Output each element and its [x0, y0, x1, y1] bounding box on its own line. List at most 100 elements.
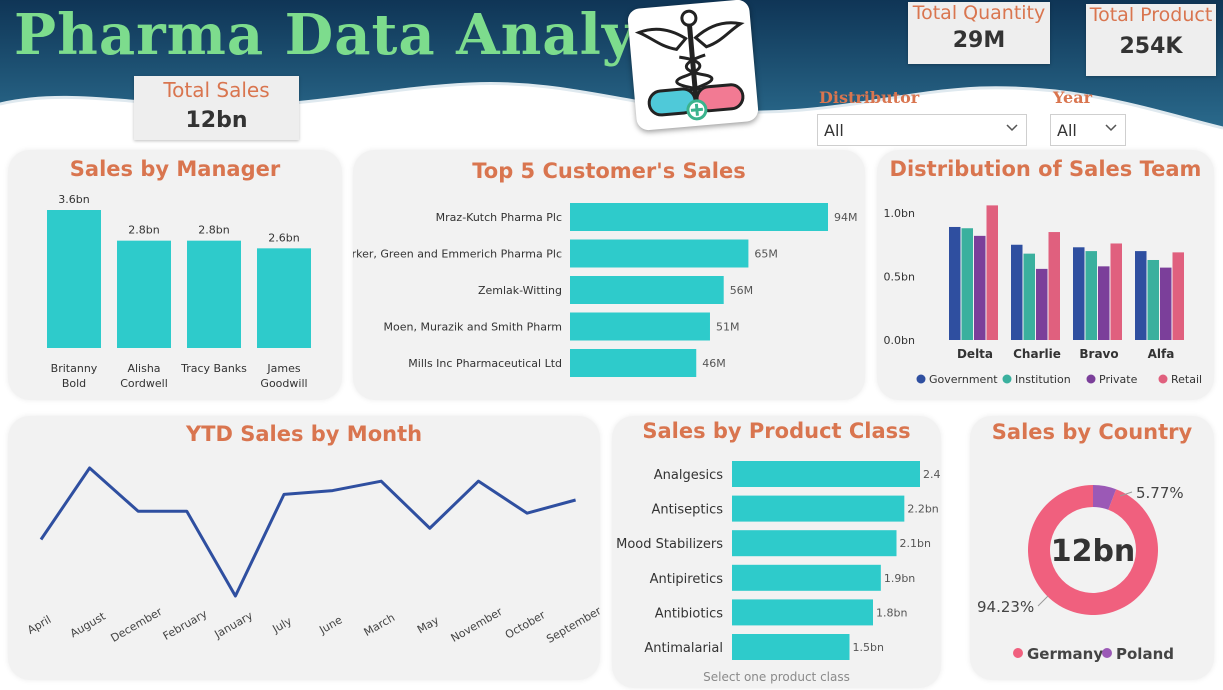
data-label: 65M — [754, 248, 778, 261]
bar — [570, 276, 724, 304]
kpi-total-sales: Total Sales 12bn — [134, 76, 299, 140]
bar — [570, 312, 710, 341]
category-label: Parker, Green and Emmerich Pharma Plc — [353, 248, 562, 261]
y-tick-label: 0.5bn — [884, 271, 915, 284]
category-label: Tracy Banks — [180, 362, 247, 375]
data-label: 1.9bn — [884, 572, 915, 585]
legend-marker — [1002, 374, 1012, 384]
data-label: 2.8bn — [198, 224, 229, 237]
donut-center-value: 12bn — [1051, 534, 1136, 569]
data-label: 1.5bn — [853, 641, 884, 654]
bar — [732, 530, 897, 557]
data-label: 5.77% — [1136, 484, 1184, 502]
legend-marker — [1102, 648, 1112, 658]
bar — [187, 240, 241, 348]
legend-label: Institution — [1015, 373, 1071, 386]
bar — [732, 599, 873, 626]
category-label: Antiseptics — [652, 503, 724, 518]
page-title: Pharma Data Analysis — [14, 2, 723, 68]
kpi-value: 12bn — [185, 108, 248, 133]
category-label: James — [266, 362, 300, 375]
distributor-dropdown[interactable]: All — [817, 114, 1027, 146]
selection-hint: Select one product class — [703, 670, 850, 684]
chevron-down-icon — [1105, 124, 1117, 132]
bar — [570, 203, 828, 231]
data-label: 46M — [702, 357, 726, 370]
category-label: Mills Inc Pharmaceutical Ltd — [408, 357, 562, 370]
product-class-chart[interactable]: Analgesics 2.4bn Antiseptics 2.2bn Mood Stab… — [612, 416, 941, 688]
kpi-total-product: Total Product 254K — [1086, 4, 1216, 76]
category-label: Goodwill — [260, 377, 307, 390]
bar — [732, 634, 850, 660]
data-label: 3.6bn — [58, 193, 89, 206]
top-customers-chart: Mraz-Kutch Pharma Plc 94M Parker, Green an… — [353, 203, 858, 377]
x-tick-label: November — [449, 605, 505, 645]
legend-marker — [916, 374, 926, 384]
category-label: Mood Stabilizers — [616, 537, 723, 552]
x-tick-label: January — [211, 609, 255, 642]
x-tick-label: February — [161, 607, 210, 643]
category-label: Antibiotics — [655, 606, 724, 621]
leader-line — [1037, 595, 1049, 607]
legend-marker — [1158, 374, 1168, 384]
data-label: 51M — [716, 321, 740, 334]
sales-team-chart: 0.0bn 0.5bn 1.0bn Delta Charlie Bravo Alfa Gove… — [884, 205, 1202, 386]
bar — [1048, 232, 1060, 340]
year-filter-label: Year — [1053, 88, 1093, 107]
data-label: 2.4bn — [923, 468, 941, 481]
x-tick-label: April — [25, 613, 53, 637]
data-label: 2.2bn — [907, 503, 938, 516]
bar — [47, 210, 101, 348]
bar — [1172, 252, 1184, 340]
sales-by-manager-chart: 3.6bn Britanny Bold 2.8bn Alisha Cordwell 2.8b… — [47, 193, 311, 390]
category-label: Alfa — [1148, 347, 1175, 361]
ytd-sales-chart: April August DecemberFebruary January July Ju… — [25, 466, 600, 646]
bar — [117, 240, 171, 348]
x-tick-label: October — [503, 608, 548, 642]
product-class-card: Sales by Product Class Analgesics2.4bnAn… — [612, 416, 941, 688]
top-customers-card: Top 5 Customer's Sales Mraz-Kutch Pharma… — [353, 150, 865, 400]
bar — [1036, 268, 1048, 340]
category-label: Antipiretics — [650, 572, 724, 587]
bar — [1147, 259, 1159, 340]
bar — [1098, 266, 1110, 340]
data-label: 94M — [834, 211, 858, 224]
y-tick-label: 0.0bn — [884, 334, 915, 347]
x-tick-label: August — [68, 609, 108, 640]
legend-marker — [1086, 374, 1096, 384]
data-label: 2.8bn — [128, 224, 159, 237]
category-label: Moen, Murazik and Smith Pharm — [384, 321, 563, 334]
category-label: Bravo — [1079, 347, 1118, 361]
data-label: 2.6bn — [268, 231, 299, 244]
legend-label: Poland — [1116, 645, 1174, 663]
bar — [1135, 251, 1147, 340]
category-label: Zemlak-Witting — [478, 284, 562, 297]
x-tick-label: September — [544, 604, 600, 646]
x-tick-label: March — [362, 611, 398, 639]
bar — [961, 228, 973, 340]
kpi-total-quantity: Total Quantity 29M — [908, 2, 1050, 64]
category-label: Charlie — [1013, 347, 1061, 361]
kpi-value: 29M — [952, 28, 1006, 53]
year-dropdown[interactable]: All — [1050, 114, 1126, 146]
legend-label: Germany — [1027, 645, 1103, 663]
bar — [974, 235, 986, 340]
bar — [570, 239, 749, 268]
bar — [986, 205, 998, 340]
chevron-down-icon — [1006, 124, 1018, 132]
x-tick-label: December — [108, 605, 164, 645]
x-tick-label: July — [270, 614, 295, 636]
bar — [1085, 251, 1097, 340]
category-label: Cordwell — [120, 377, 168, 390]
legend-label: Government — [929, 373, 998, 386]
bar — [570, 349, 697, 377]
category-label: Mraz-Kutch Pharma Plc — [436, 211, 562, 224]
kpi-value: 254K — [1119, 34, 1183, 59]
bar — [1110, 243, 1122, 340]
category-label: Bold — [62, 377, 86, 390]
category-label: Antimalarial — [644, 641, 723, 656]
caduceus-pill-icon — [626, 0, 760, 132]
category-label: Delta — [957, 347, 993, 361]
sales-by-country-card: Sales by Country 12bn 5.77% 94.23% Germany P… — [970, 416, 1214, 680]
sales-by-manager-card: Sales by Manager 3.6bn Britanny Bold 2.8bn A… — [8, 150, 342, 400]
